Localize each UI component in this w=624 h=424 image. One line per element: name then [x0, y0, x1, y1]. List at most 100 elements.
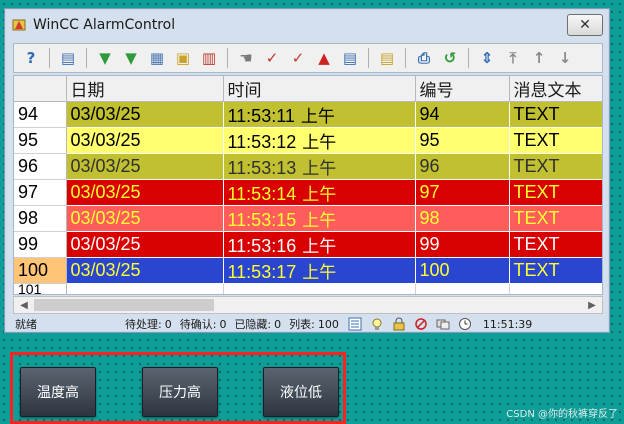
windows-icon[interactable] — [435, 316, 451, 332]
previous-message-button[interactable]: ↑ — [528, 47, 550, 69]
cell-message-text-value: TEXT — [513, 182, 560, 202]
status-list-value: 100 — [317, 317, 339, 331]
selection-dialog-button[interactable]: ▤ — [376, 47, 398, 69]
archive-button[interactable]: ▦ — [146, 47, 168, 69]
column-header-message-text[interactable]: 消息文本 — [509, 76, 602, 102]
autoscroll-button[interactable]: ↺ — [439, 47, 461, 69]
loop-in-alarm-icon: ☚ — [239, 49, 253, 67]
scroll-left-icon[interactable]: ◀ — [16, 297, 32, 313]
cell-date-value: 03/03/25 — [70, 156, 141, 176]
temperature-high-button[interactable]: 温度高 — [20, 367, 96, 417]
group-ack-icon: ✓ — [291, 49, 305, 67]
scrollbar-thumb[interactable] — [34, 299, 214, 311]
cell-number: 100 — [415, 257, 510, 284]
row-number-value: 94 — [18, 104, 39, 124]
list-status-icon[interactable] — [347, 316, 363, 332]
table-row[interactable]: 95 03/03/25 11:53:12 上午 95 TEXT — [14, 127, 602, 154]
horizontal-scrollbar[interactable]: ◀ ▶ — [13, 296, 603, 314]
status-to-ack-label: 待确认: — [179, 318, 217, 331]
table-row[interactable]: 97 03/03/25 11:53:14 上午 97 TEXT — [14, 179, 602, 206]
cell-time-ampm: 上午 — [302, 185, 337, 205]
column-header-date[interactable]: 日期 — [66, 76, 224, 102]
cell-number-value: 100 — [419, 260, 450, 280]
toolbar-separator — [368, 48, 369, 68]
table-row-partial[interactable]: 101 — [14, 283, 602, 294]
row-number-value: 100 — [18, 260, 49, 280]
cell-number: 99 — [415, 231, 510, 258]
group-ack-button[interactable]: ✓ — [287, 47, 309, 69]
level-low-button[interactable]: 液位低 — [263, 367, 339, 417]
app-icon — [11, 17, 27, 33]
title-bar[interactable]: WinCC AlarmControl ✕ — [5, 9, 609, 41]
historical-list-button[interactable]: ▼ — [120, 47, 142, 69]
help-button[interactable]: ? — [20, 47, 42, 69]
status-list: 列表: 100 — [289, 316, 339, 332]
cell-number: 97 — [415, 179, 510, 206]
status-to-ack: 待确认: 0 — [180, 316, 227, 332]
table-row[interactable]: 96 03/03/25 11:53:13 上午 96 TEXT — [14, 153, 602, 180]
row-number-value: 97 — [18, 182, 39, 202]
cell-date-value: 03/03/25 — [70, 260, 141, 280]
first-message-icon: ⤒ — [509, 49, 517, 67]
row-number: 94 — [14, 101, 67, 128]
single-ack-button[interactable]: ✓ — [261, 47, 283, 69]
status-ready: 就绪 — [15, 318, 37, 331]
cell-message-text-value: TEXT — [513, 234, 560, 254]
cell-time-ampm: 上午 — [300, 107, 335, 127]
sort-button[interactable]: ⇕ — [476, 47, 498, 69]
toolbar: ? ▤ ▼ ▼ ▦ ▣ ▥ ☚ ✓ ✓ ▲ ▤ ▤ ⎙ ↺ ⇕ ⤒ ↑ ↓ — [13, 43, 603, 73]
cell-number-value: 98 — [419, 208, 440, 228]
status-pending: 待处理: 0 — [125, 316, 172, 332]
row-number-value: 99 — [18, 234, 39, 254]
cell-date-value: 03/03/25 — [70, 130, 141, 150]
cell-time: 11:53:17 上午 — [223, 257, 416, 284]
cell-message-text-value: TEXT — [513, 104, 560, 124]
alarm-control-window: WinCC AlarmControl ✕ ? ▤ ▼ ▼ ▦ ▣ ▥ ☚ ✓ ✓ ▲ ▤ ▤ ⎙ ↺ ⇕ ⤒ ↑ ↓… — [4, 8, 610, 333]
row-number-header — [14, 76, 67, 102]
status-pending-label: 待处理: — [125, 318, 162, 331]
cell-time-value: 11:53:13 — [227, 158, 297, 178]
column-header-number[interactable]: 编号 — [415, 76, 510, 102]
status-pending-value: 0 — [164, 317, 172, 331]
close-button[interactable]: ✕ — [567, 14, 603, 36]
column-header-time[interactable]: 时间 — [223, 76, 416, 102]
cell-date: 03/03/25 — [66, 231, 224, 258]
cell-number: 96 — [415, 153, 510, 180]
loop-in-alarm-button[interactable]: ☚ — [235, 47, 257, 69]
scroll-right-icon[interactable]: ▶ — [584, 297, 600, 313]
emergency-ack-icon: ▤ — [342, 49, 358, 67]
status-hidden-value: 0 — [274, 317, 282, 331]
lock-icon[interactable] — [391, 316, 407, 332]
bulb-icon[interactable] — [369, 316, 385, 332]
message-list-button[interactable]: ▼ — [94, 47, 116, 69]
cell-message-text-value: TEXT — [513, 156, 560, 176]
help-icon: ? — [26, 49, 36, 67]
pressure-high-button[interactable]: 压力高 — [142, 367, 218, 417]
horn-ack-button[interactable]: ▲ — [313, 47, 335, 69]
row-number-value: 95 — [18, 130, 39, 150]
emergency-ack-button[interactable]: ▤ — [339, 47, 361, 69]
selection-dialog-icon: ▤ — [379, 49, 395, 67]
row-number: 100 — [14, 257, 67, 284]
status-list-label: 列表: — [289, 318, 315, 331]
alarm-disabled-icon[interactable] — [413, 316, 429, 332]
table-row[interactable]: 94 03/03/25 11:53:11 上午 94 TEXT — [14, 101, 602, 128]
table-row[interactable]: 99 03/03/25 11:53:16 上午 99 TEXT — [14, 231, 602, 258]
lock-list-button[interactable]: ▣ — [172, 47, 194, 69]
next-message-button[interactable]: ↓ — [554, 47, 576, 69]
cell-message-text: TEXT — [509, 205, 602, 232]
cell-time-value: 11:53:14 — [227, 184, 297, 204]
config-dialog-button[interactable]: ▤ — [57, 47, 79, 69]
cell-time: 11:53:15 上午 — [223, 205, 416, 232]
first-message-button[interactable]: ⤒ — [502, 47, 524, 69]
cell-number: 98 — [415, 205, 510, 232]
table-row[interactable]: 100 03/03/25 11:53:17 上午 100 TEXT — [14, 257, 602, 284]
print-button[interactable]: ⎙ — [413, 47, 435, 69]
table-row[interactable]: 98 03/03/25 11:53:15 上午 98 TEXT — [14, 205, 602, 232]
lock-list-icon: ▣ — [175, 49, 191, 67]
table-header-row: 日期 时间 编号 消息文本 — [14, 76, 602, 102]
empty-cell — [223, 283, 416, 294]
status-time: 11:51:39 — [482, 317, 533, 331]
statistics-button[interactable]: ▥ — [198, 47, 220, 69]
cell-time-value: 11:53:15 — [227, 210, 297, 230]
